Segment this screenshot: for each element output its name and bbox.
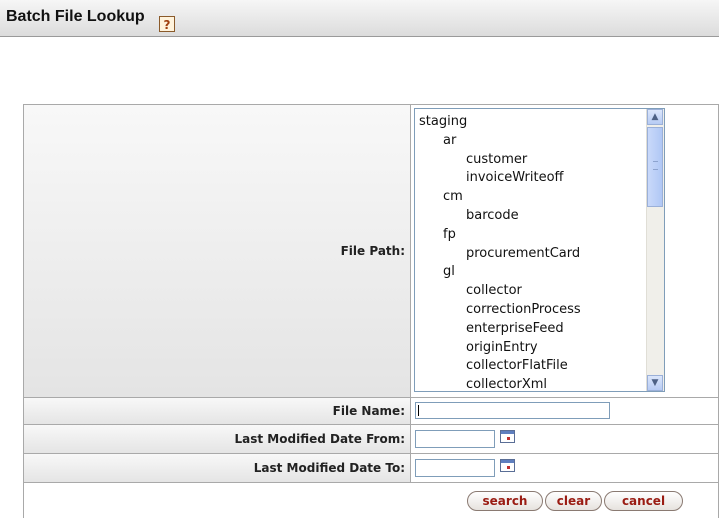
date-to-row: Last Modified Date To:	[24, 453, 718, 483]
page-title: Batch File Lookup	[6, 8, 145, 25]
file-path-option[interactable]: fp	[419, 226, 664, 245]
lookup-form: File Path: staging ar customer invoiceWrite…	[23, 104, 719, 518]
date-from-label: Last Modified Date From:	[24, 425, 411, 454]
scroll-down-icon[interactable]: ▼	[647, 375, 663, 391]
date-from-cell	[411, 425, 718, 454]
search-button[interactable]: search	[467, 491, 543, 511]
file-name-input[interactable]	[415, 402, 610, 419]
file-name-label: File Name:	[24, 398, 411, 425]
file-path-option[interactable]: collectorFlatFile	[419, 357, 664, 376]
file-path-label: File Path:	[24, 105, 411, 397]
file-path-option[interactable]: ar	[419, 132, 664, 151]
file-name-cell	[411, 398, 718, 425]
cancel-button[interactable]: cancel	[604, 491, 683, 511]
file-path-option[interactable]: enterpriseFeed	[419, 320, 664, 339]
button-row: search clear cancel	[24, 482, 718, 518]
file-path-option[interactable]: barcode	[419, 207, 664, 226]
file-path-option[interactable]: cm	[419, 188, 664, 207]
file-path-option[interactable]: collectorXml	[419, 376, 664, 391]
file-path-option[interactable]: invoiceWriteoff	[419, 169, 664, 188]
listbox-scrollbar[interactable]: ▲ ▼	[646, 109, 664, 391]
date-from-input[interactable]	[415, 430, 495, 448]
file-name-row: File Name:	[24, 397, 718, 425]
file-path-row: File Path: staging ar customer invoiceWrite…	[24, 105, 718, 397]
file-path-option[interactable]: customer	[419, 151, 664, 170]
scroll-thumb[interactable]	[647, 127, 663, 207]
text-caret	[418, 405, 419, 416]
calendar-icon[interactable]	[500, 430, 515, 443]
scroll-up-icon[interactable]: ▲	[647, 109, 663, 125]
file-path-cell: staging ar customer invoiceWriteoff cm barcod…	[411, 105, 718, 397]
clear-button[interactable]: clear	[545, 491, 602, 511]
file-path-option[interactable]: staging	[419, 113, 664, 132]
file-path-option[interactable]: gl	[419, 263, 664, 282]
date-to-cell	[411, 454, 718, 483]
file-path-option[interactable]: procurementCard	[419, 245, 664, 264]
file-path-option[interactable]: correctionProcess	[419, 301, 664, 320]
help-icon[interactable]: ?	[159, 16, 175, 32]
file-path-tree: staging ar customer invoiceWriteoff cm barcod…	[415, 109, 664, 391]
date-to-label: Last Modified Date To:	[24, 454, 411, 483]
file-path-option[interactable]: originEntry	[419, 339, 664, 358]
date-from-row: Last Modified Date From:	[24, 424, 718, 454]
file-path-listbox[interactable]: staging ar customer invoiceWriteoff cm barcod…	[414, 108, 665, 392]
file-path-option[interactable]: collector	[419, 282, 664, 301]
calendar-icon[interactable]	[500, 459, 515, 472]
page-header: Batch File Lookup ?	[0, 0, 719, 37]
date-to-input[interactable]	[415, 459, 495, 477]
